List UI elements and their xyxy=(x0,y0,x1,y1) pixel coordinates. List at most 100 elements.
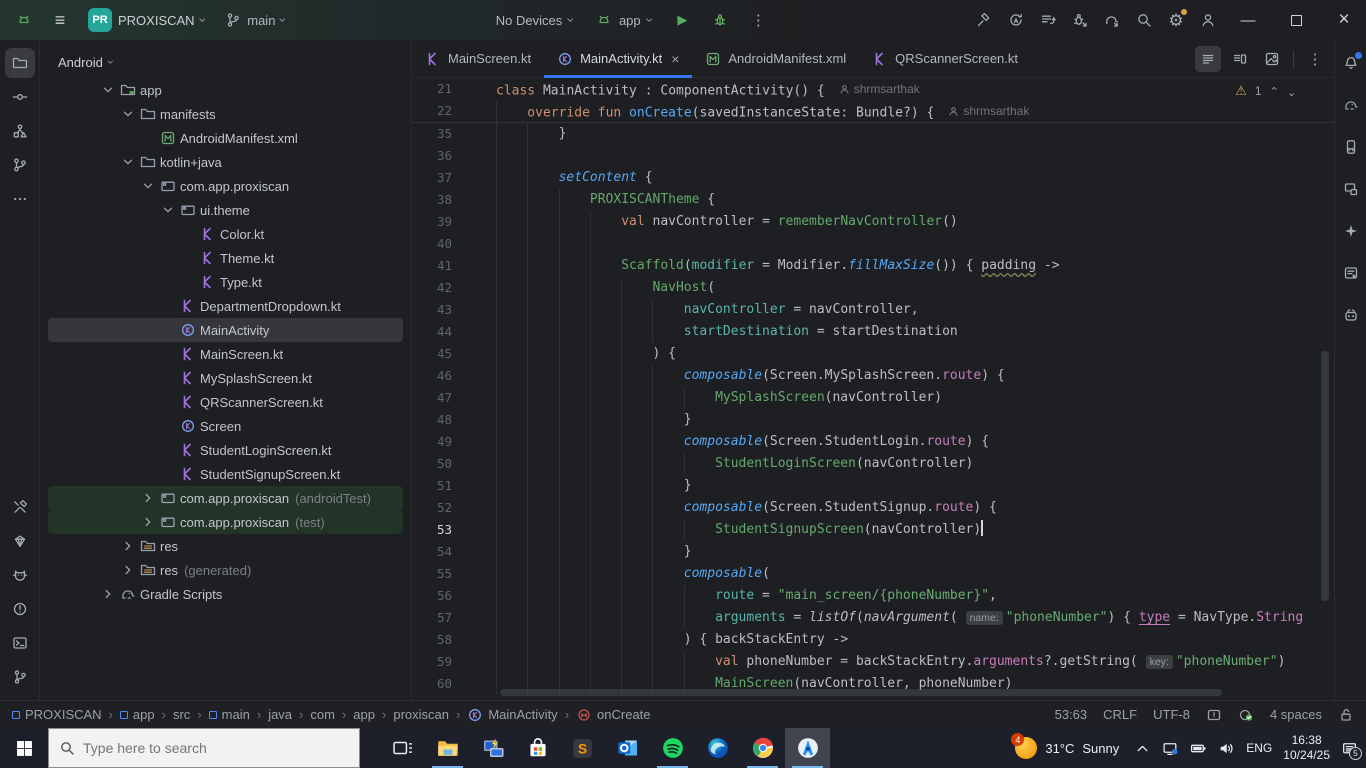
code-line-55[interactable]: 55 composable( xyxy=(412,563,1334,585)
tree-item-res[interactable]: res xyxy=(48,534,403,558)
breadcrumb-com[interactable]: com xyxy=(310,707,335,722)
spotify-taskbar-button[interactable] xyxy=(650,728,695,768)
tree-item-studentsignupscreen-kt[interactable]: StudentSignupScreen.kt xyxy=(48,462,403,486)
android-studio-taskbar-button[interactable] xyxy=(785,728,830,768)
code-line-59[interactable]: 59 val phoneNumber = backStackEntry.argum… xyxy=(412,651,1334,673)
tree-item-gradle-scripts[interactable]: Gradle Scripts xyxy=(48,582,403,606)
code-line-22[interactable]: 22 override fun onCreate(savedInstanceSta… xyxy=(412,100,1334,122)
run-configuration-selector[interactable]: app › xyxy=(590,6,658,34)
hidden-icons-chevron-icon[interactable] xyxy=(1134,740,1151,757)
tree-item-app[interactable]: app xyxy=(48,78,403,102)
line-number[interactable]: 35 xyxy=(412,123,452,145)
code-line-35[interactable]: 35} xyxy=(412,123,1334,145)
inspections-status-icon[interactable] xyxy=(1206,707,1222,723)
line-number[interactable]: 53 xyxy=(412,519,452,541)
tree-item-androidmanifest-xml[interactable]: AndroidManifest.xml xyxy=(48,126,403,150)
code-line-21[interactable]: 21 class MainActivity : ComponentActivity… xyxy=(412,78,1334,100)
chevron-right-icon[interactable] xyxy=(138,514,158,530)
tree-item-res[interactable]: res (generated) xyxy=(48,558,403,582)
tree-item-kotlin-java[interactable]: kotlin+java xyxy=(48,150,403,174)
gradle-icon[interactable] xyxy=(1336,90,1366,120)
search-input[interactable] xyxy=(83,740,323,756)
breadcrumb-app[interactable]: app xyxy=(119,707,155,722)
project-widget[interactable]: PR PROXISCAN › xyxy=(82,6,211,34)
line-number[interactable]: 44 xyxy=(412,321,452,343)
tree-item-mysplashscreen-kt[interactable]: MySplashScreen.kt xyxy=(48,366,403,390)
build-icon[interactable] xyxy=(970,6,998,34)
language-indicator[interactable]: ENG xyxy=(1246,741,1272,755)
commit-icon[interactable] xyxy=(5,82,35,112)
inspection-widget[interactable]: ⚠ 1 ⌃ ⌃ xyxy=(1235,83,1296,99)
code-line-42[interactable]: 42 NavHost( xyxy=(412,277,1334,299)
device-selector[interactable]: No Devices › xyxy=(490,6,580,34)
line-number[interactable]: 37 xyxy=(412,167,452,189)
debug-button[interactable] xyxy=(706,6,734,34)
line-number[interactable]: 49 xyxy=(412,431,452,453)
code-view-button[interactable] xyxy=(1195,45,1221,72)
volume-icon[interactable] xyxy=(1218,740,1235,757)
tree-item-manifests[interactable]: manifests xyxy=(48,102,403,126)
tab-androidmanifest-xml[interactable]: AndroidManifest.xml xyxy=(692,40,859,78)
gemini-sparkle-icon[interactable] xyxy=(1336,216,1366,246)
chevron-down-icon[interactable] xyxy=(138,178,158,194)
action-center-icon[interactable]: 5 xyxy=(1341,740,1362,760)
horizontal-scrollbar[interactable] xyxy=(500,689,1222,696)
next-problem-chevron-down-icon[interactable]: ⌃ xyxy=(1287,85,1296,98)
line-number[interactable]: 59 xyxy=(412,651,452,673)
line-number[interactable]: 57 xyxy=(412,607,452,629)
line-number[interactable]: 50 xyxy=(412,453,452,475)
tree-item-com-app-proxiscan[interactable]: com.app.proxiscan (androidTest) xyxy=(48,486,403,510)
vertical-scrollbar[interactable] xyxy=(1321,351,1329,601)
file-explorer-taskbar-button[interactable] xyxy=(425,728,470,768)
split-view-button[interactable] xyxy=(1227,46,1253,72)
line-number[interactable]: 42 xyxy=(412,277,452,299)
line-number[interactable]: 51 xyxy=(412,475,452,497)
account-icon[interactable] xyxy=(1194,6,1222,34)
more-icon[interactable] xyxy=(5,184,35,214)
start-button[interactable] xyxy=(0,728,48,768)
line-number[interactable]: 58 xyxy=(412,629,452,651)
terminal-icon[interactable] xyxy=(5,628,35,658)
tree-item-qrscannerscreen-kt[interactable]: QRScannerScreen.kt xyxy=(48,390,403,414)
chevron-down-icon[interactable] xyxy=(158,202,178,218)
more-actions-button[interactable]: ⋮ xyxy=(744,6,772,34)
line-number[interactable]: 60 xyxy=(412,673,452,695)
tab-close-icon[interactable]: × xyxy=(671,51,679,67)
code-line-46[interactable]: 46 composable(Screen.MySplashScreen.route… xyxy=(412,365,1334,387)
chevron-right-icon[interactable] xyxy=(98,586,118,602)
prev-problem-chevron-up-icon[interactable]: ⌃ xyxy=(1270,85,1279,98)
line-number[interactable]: 36 xyxy=(412,145,452,167)
notifications-icon[interactable] xyxy=(1336,48,1366,78)
version-control-icon[interactable] xyxy=(5,662,35,692)
logcat-icon[interactable] xyxy=(5,560,35,590)
code-line-51[interactable]: 51} xyxy=(412,475,1334,497)
code-line-36[interactable]: 36 xyxy=(412,145,1334,167)
close-button[interactable]: × xyxy=(1322,0,1366,40)
remote-desktop-taskbar-button[interactable] xyxy=(470,728,515,768)
line-number[interactable]: 55 xyxy=(412,563,452,585)
clock[interactable]: 16:38 10/24/25 xyxy=(1283,733,1330,763)
chevron-right-icon[interactable] xyxy=(118,562,138,578)
breadcrumb-proxiscan[interactable]: PROXISCAN xyxy=(12,707,102,722)
pull-requests-icon[interactable] xyxy=(5,150,35,180)
tree-item-screen[interactable]: Screen xyxy=(48,414,403,438)
code-line-41[interactable]: 41 Scaffold(modifier = Modifier.fillMaxSi… xyxy=(412,255,1334,277)
line-number[interactable]: 45 xyxy=(412,343,452,365)
gradle-sync-status-icon[interactable] xyxy=(1238,707,1254,723)
device-manager-icon[interactable] xyxy=(1336,132,1366,162)
file-encoding[interactable]: UTF-8 xyxy=(1153,707,1190,722)
lock-icon[interactable] xyxy=(1338,707,1354,723)
project-view-selector[interactable]: Android › xyxy=(40,46,411,78)
breadcrumb-oncreate[interactable]: onCreate xyxy=(576,707,651,723)
code-line-45[interactable]: 45) { xyxy=(412,343,1334,365)
tab-mainactivity-kt[interactable]: MainActivity.kt × xyxy=(544,40,693,78)
breadcrumb-app[interactable]: app xyxy=(353,707,375,722)
chevron-down-icon[interactable] xyxy=(118,154,138,170)
tree-item-ui-theme[interactable]: ui.theme xyxy=(48,198,403,222)
gemini-icon[interactable] xyxy=(5,526,35,556)
line-number[interactable]: 46 xyxy=(412,365,452,387)
code-line-43[interactable]: 43 navController = navController, xyxy=(412,299,1334,321)
code-line-49[interactable]: 49 composable(Screen.StudentLogin.route) … xyxy=(412,431,1334,453)
outlook-taskbar-button[interactable] xyxy=(605,728,650,768)
code-editor[interactable]: 35} 36 37 setContent {38 PROXISCANTheme {39 v… xyxy=(412,123,1334,700)
